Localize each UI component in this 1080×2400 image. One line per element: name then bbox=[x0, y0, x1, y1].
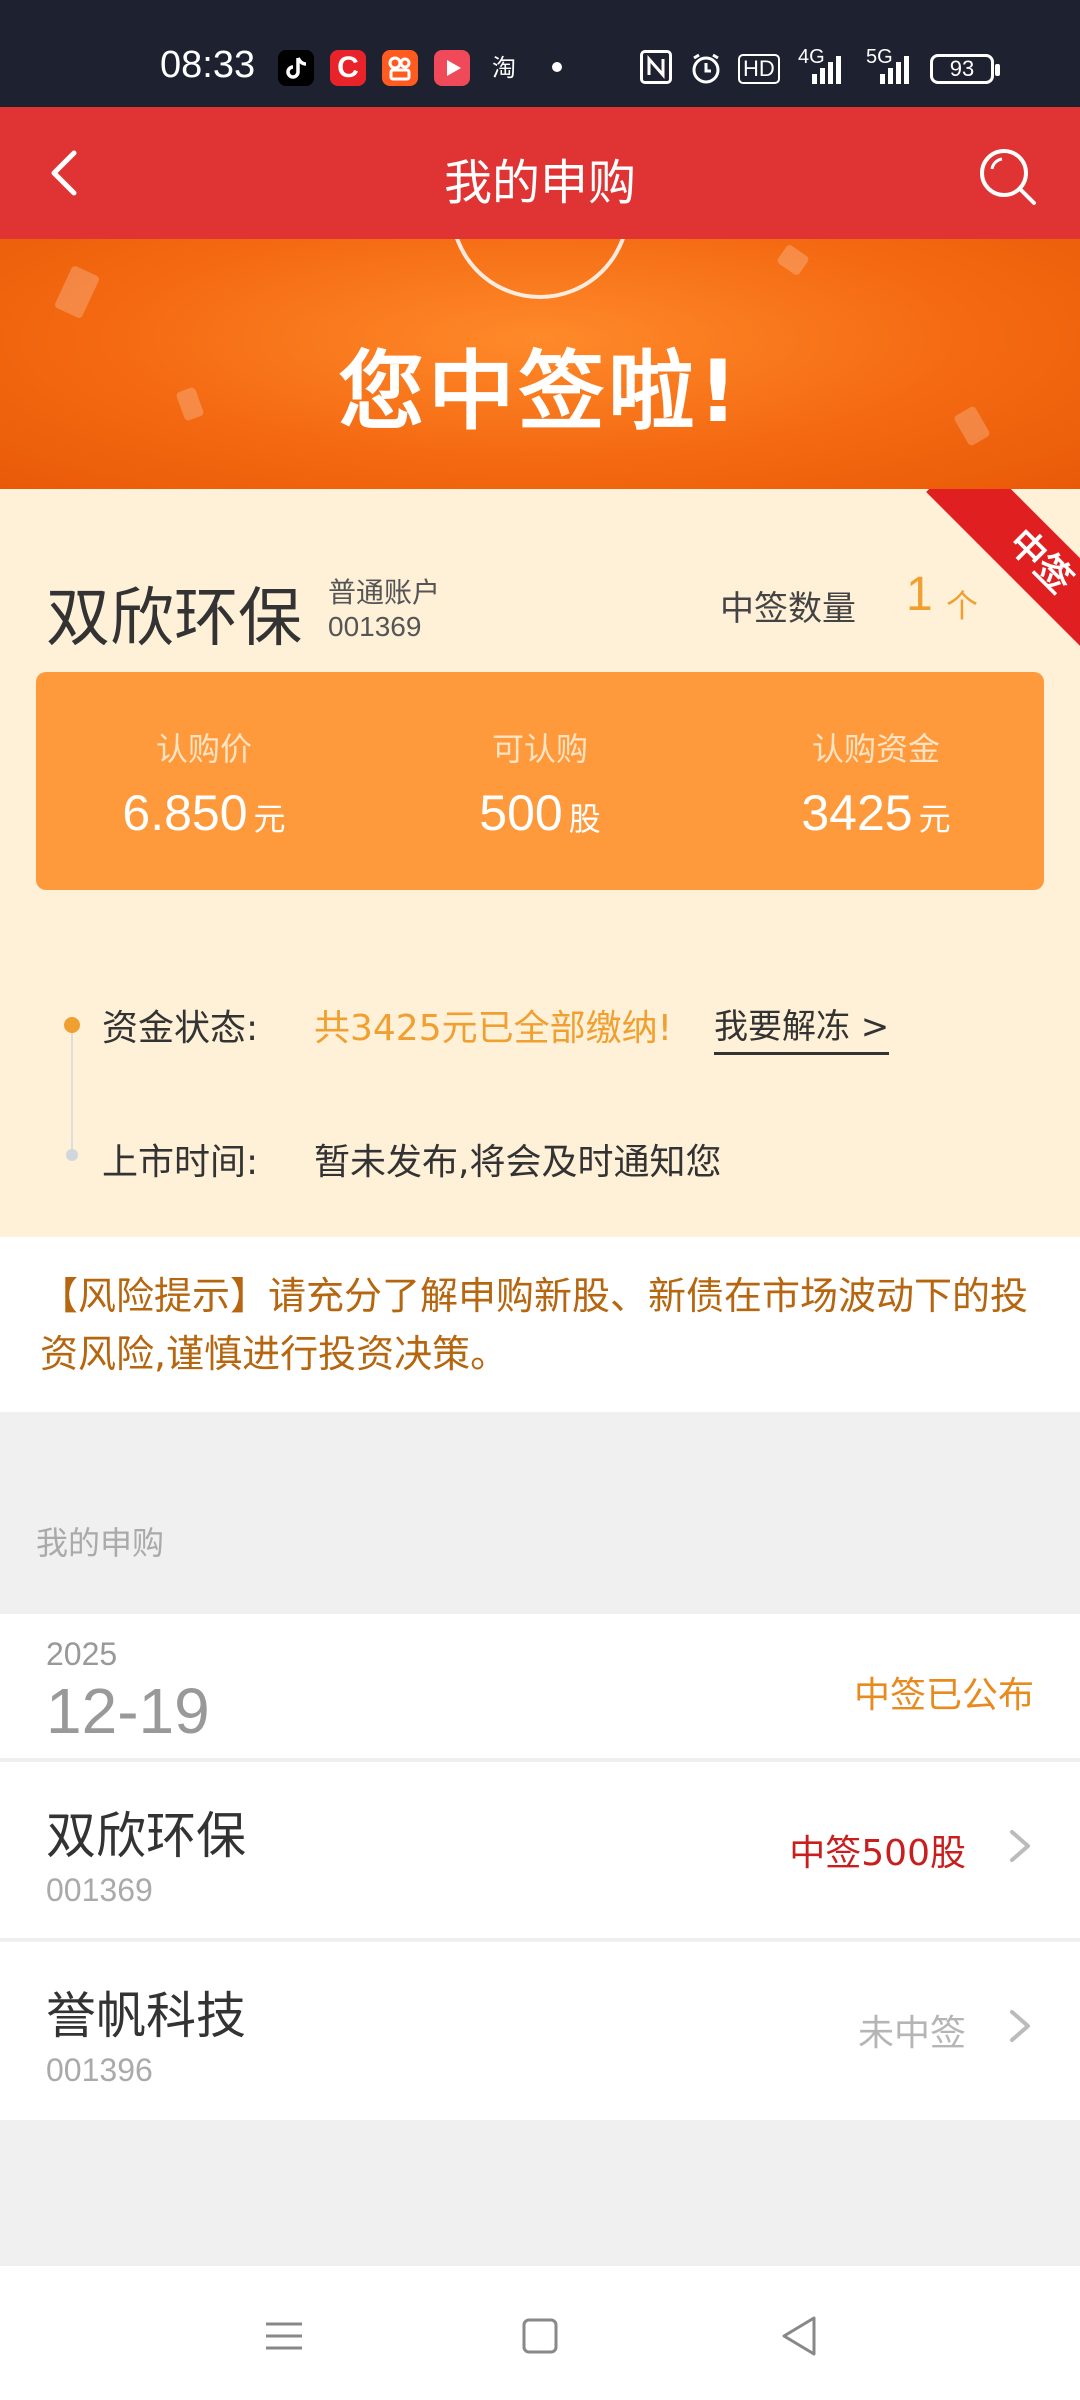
confetti bbox=[776, 243, 810, 277]
date-month-day: 12-19 bbox=[46, 1675, 210, 1747]
page-title: 我的申购 bbox=[443, 155, 636, 211]
item-name: 誉帆科技 bbox=[46, 1987, 246, 2045]
unfreeze-link[interactable]: 我要解冻 > bbox=[714, 999, 890, 1055]
nfc-icon bbox=[640, 50, 672, 84]
system-nav-bar bbox=[0, 2266, 1080, 2400]
summary-value: 3425 bbox=[801, 785, 913, 841]
stock-code: 001369 bbox=[328, 611, 422, 642]
item-result: 未中签 bbox=[857, 2013, 966, 2054]
app-header: 我的申购 bbox=[0, 107, 1080, 239]
summary-shares: 可认购 500 股 bbox=[372, 672, 708, 842]
kuaishou-icon bbox=[382, 50, 418, 86]
item-code: 001396 bbox=[46, 2052, 153, 2088]
win-banner: 您中签啦! bbox=[0, 239, 1080, 489]
summary-unit: 元 bbox=[253, 800, 286, 838]
listing-time-label: 上市时间: bbox=[102, 1142, 259, 1183]
summary-label: 认购价 bbox=[155, 730, 252, 768]
summary-value: 6.850 bbox=[122, 785, 248, 841]
listing-time-value: 暂未发布,将会及时通知您 bbox=[314, 1142, 722, 1183]
date-group-header: 2025 12-19 中签已公布 bbox=[0, 1614, 1080, 1760]
risk-notice: 【风险提示】请充分了解申购新股、新债在市场波动下的投资风险,谨慎进行投资决策。 bbox=[0, 1237, 1080, 1412]
timeline-dot bbox=[66, 1149, 78, 1161]
timeline-dot bbox=[64, 1017, 80, 1033]
video-app-icon bbox=[434, 50, 470, 86]
status-time: 08:33 bbox=[160, 44, 256, 86]
chevron-right-icon bbox=[1002, 1824, 1038, 1868]
banner-arc bbox=[450, 239, 630, 299]
app-c-icon: C bbox=[330, 50, 366, 86]
signal-icon-2 bbox=[876, 54, 916, 84]
item-result: 中签500股 bbox=[789, 1833, 966, 1874]
summary-unit: 元 bbox=[918, 800, 951, 838]
summary-value: 500 bbox=[479, 785, 563, 841]
fund-status-value: 共3425元已全部缴纳! bbox=[314, 1008, 673, 1049]
summary-label: 可认购 bbox=[491, 730, 588, 768]
home-icon[interactable] bbox=[510, 2306, 570, 2366]
search-icon[interactable] bbox=[976, 145, 1038, 207]
result-panel: 中签 双欣环保 普通账户 001369 中签数量 1 个 认购价 6.850 元 … bbox=[0, 489, 1080, 1237]
account-type: 普通账户 bbox=[328, 576, 441, 609]
dot-icon bbox=[552, 62, 562, 72]
fund-status-label: 资金状态: bbox=[102, 1008, 259, 1049]
back-triangle-icon[interactable] bbox=[770, 2306, 830, 2366]
signal-icon-1 bbox=[808, 54, 844, 84]
summary-funds: 认购资金 3425 元 bbox=[708, 672, 1044, 842]
menu-icon[interactable] bbox=[254, 2306, 314, 2366]
alarm-icon bbox=[688, 50, 724, 86]
status-bar: 08:33 C 淘 HD 4G 5G 93 bbox=[0, 0, 1080, 107]
stock-name: 双欣环保 bbox=[46, 582, 302, 656]
list-item[interactable]: 双欣环保 001369 中签500股 bbox=[0, 1762, 1080, 1940]
list-item[interactable]: 誉帆科技 001396 未中签 bbox=[0, 1942, 1080, 2120]
summary-unit: 股 bbox=[568, 800, 601, 838]
chevron-right-icon bbox=[1002, 2004, 1038, 2048]
summary-price: 认购价 6.850 元 bbox=[36, 672, 372, 842]
win-count-unit: 个 bbox=[946, 587, 979, 625]
battery-indicator: 93 bbox=[930, 54, 1000, 84]
subscription-summary-card: 认购价 6.850 元 可认购 500 股 认购资金 3425 元 bbox=[36, 672, 1044, 890]
item-code: 001369 bbox=[46, 1872, 153, 1908]
item-name: 双欣环保 bbox=[46, 1807, 246, 1865]
hd-indicator: HD bbox=[738, 54, 780, 84]
summary-label: 认购资金 bbox=[811, 730, 940, 768]
banner-text: 您中签啦! bbox=[338, 342, 742, 442]
timeline-line bbox=[71, 1027, 73, 1157]
win-count-label: 中签数量 bbox=[720, 589, 856, 629]
taobao-icon: 淘 bbox=[492, 54, 516, 82]
confetti bbox=[53, 264, 101, 320]
date-status: 中签已公布 bbox=[853, 1675, 1034, 1716]
win-count-value: 1 bbox=[906, 568, 933, 621]
date-year: 2025 bbox=[46, 1636, 118, 1672]
tiktok-icon bbox=[278, 50, 314, 86]
ribbon-label: 中签 bbox=[926, 489, 1080, 669]
section-title: 我的申购 bbox=[36, 1524, 165, 1562]
